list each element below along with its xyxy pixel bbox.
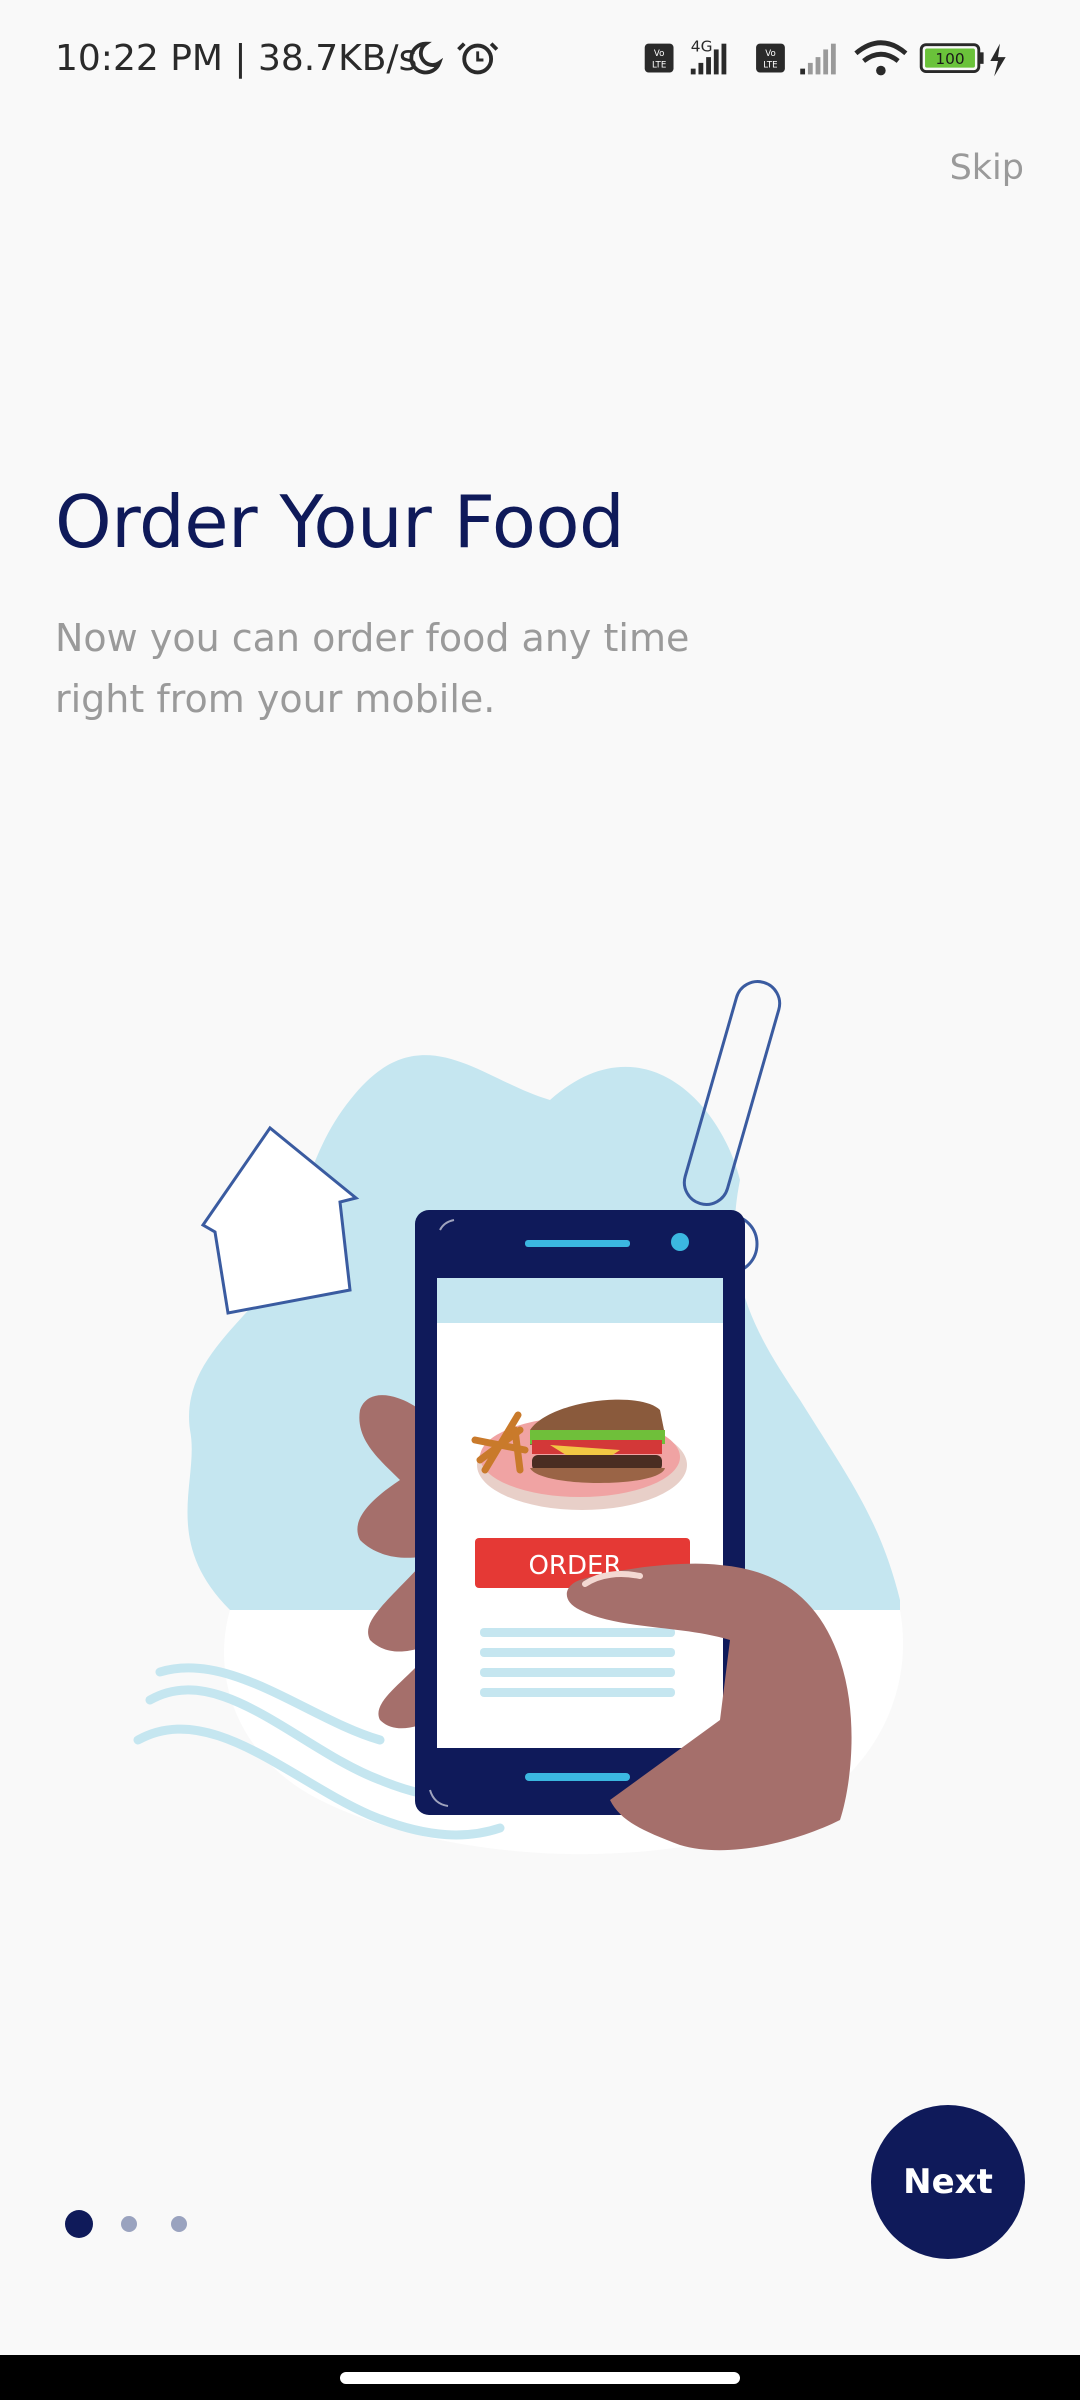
- status-time: 10:22 PM | 38.7KB/s: [55, 38, 418, 79]
- next-button[interactable]: Next: [871, 2105, 1025, 2259]
- volte-icon: Vo LTE: [644, 43, 674, 73]
- page-dot[interactable]: [121, 2216, 137, 2232]
- page-dot[interactable]: [171, 2216, 187, 2232]
- battery-icon: 100: [919, 43, 984, 73]
- svg-text:LTE: LTE: [763, 61, 777, 71]
- moon-icon: [409, 41, 444, 75]
- status-icons: Vo LTE 4G Vo LTE 100: [409, 37, 1006, 77]
- food-order-illustration: ORDER: [133, 980, 904, 1855]
- charging-icon: [990, 43, 1006, 77]
- home-indicator[interactable]: [340, 2372, 740, 2384]
- page-dot-active[interactable]: [65, 2210, 93, 2238]
- volte-icon: Vo LTE: [756, 43, 785, 73]
- svg-text:Vo: Vo: [654, 49, 665, 59]
- page-title: Order Your Food: [55, 480, 625, 564]
- battery-level: 100: [935, 50, 964, 68]
- signal-icon: [800, 43, 836, 75]
- svg-text:Vo: Vo: [765, 49, 776, 59]
- network-type: 4G: [691, 37, 713, 55]
- page-subtitle: Now you can order food any time right fr…: [55, 616, 690, 721]
- alarm-icon: [457, 42, 499, 75]
- wifi-icon: [854, 40, 908, 76]
- phone-illustration: [415, 1210, 745, 1815]
- svg-text:LTE: LTE: [652, 61, 666, 71]
- skip-button[interactable]: Skip: [950, 148, 1024, 188]
- status-bar: 10:22 PM | 38.7KB/s Vo LTE 4G Vo LTE 100: [0, 0, 1080, 120]
